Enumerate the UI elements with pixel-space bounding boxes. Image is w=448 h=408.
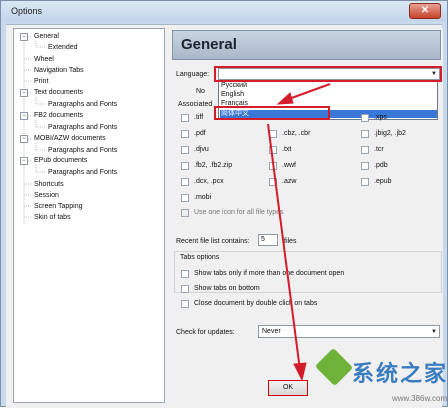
watermark: 系统之家 www.386w.com <box>312 347 448 407</box>
annotation-arrows <box>267 83 331 382</box>
watermark-logo-icon <box>314 347 354 387</box>
watermark-url: www.386w.com <box>392 394 448 403</box>
watermark-text: 系统之家 <box>352 361 448 387</box>
